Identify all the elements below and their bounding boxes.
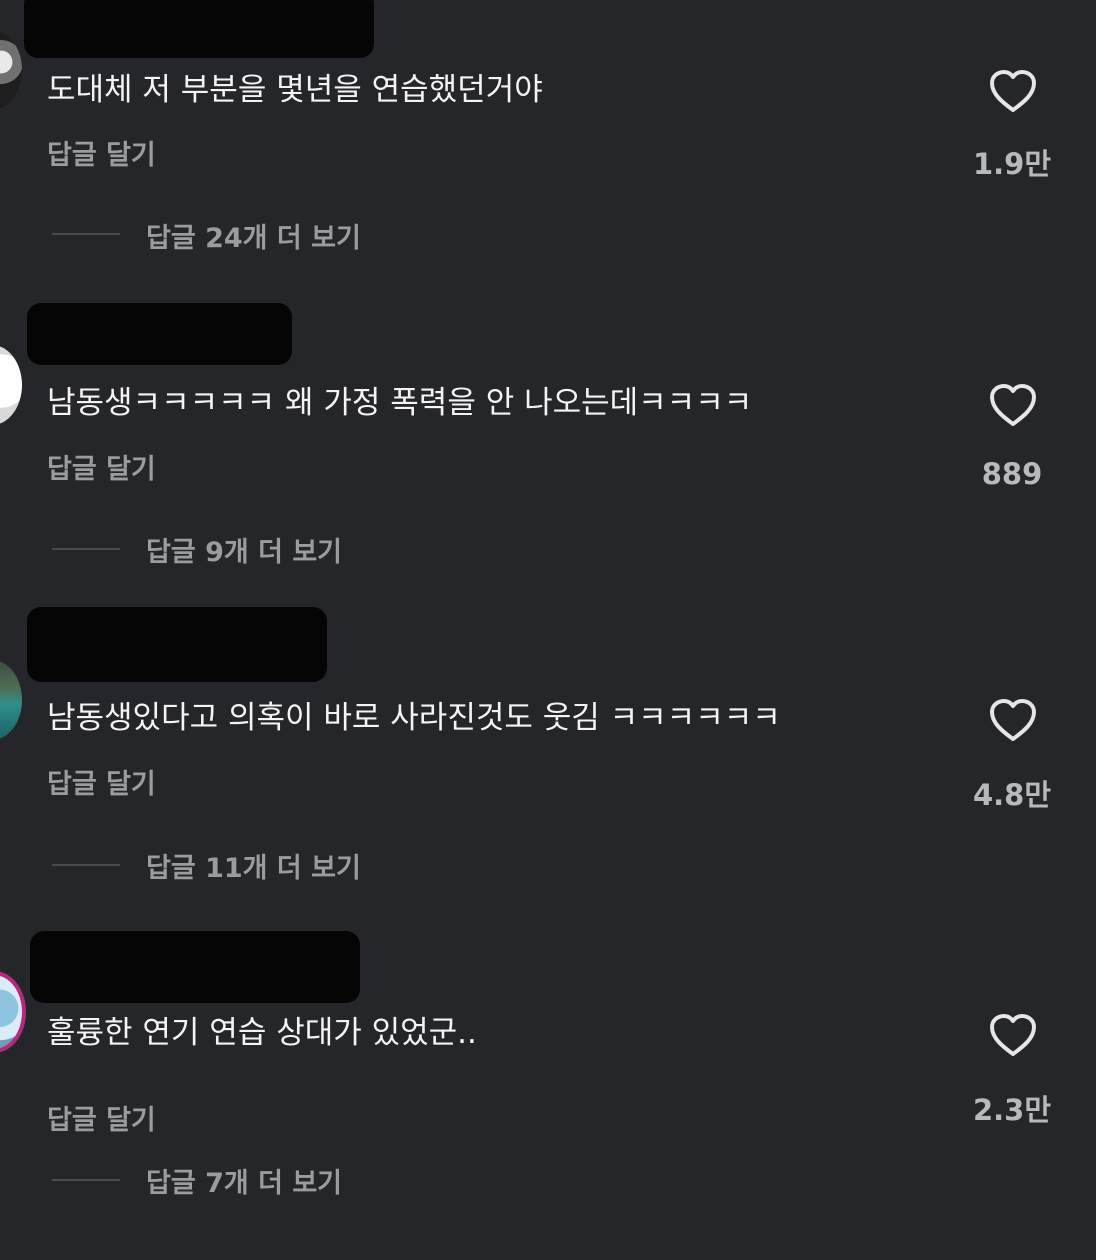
comment-text: 남동생ㅋㅋㅋㅋㅋ 왜 가정 폭력을 안 나오는데ㅋㅋㅋㅋ [47,385,753,421]
reply-button[interactable]: 답글 달기 [47,1098,156,1137]
comment-item: 훌륭한 연기 연습 상대가 있었군.. 답글 달기 답글 7개 더 보기 2.3… [0,931,1096,1260]
view-more-replies-button[interactable]: 답글 7개 더 보기 [146,1161,342,1200]
like-count: 889 [981,457,1043,491]
comment-item: 남동생있다고 의혹이 바로 사라진것도 웃김 ㅋㅋㅋㅋㅋㅋ 답글 달기 답글 1… [0,607,1096,945]
avatar[interactable] [0,971,26,1053]
avatar[interactable] [0,30,22,110]
redacted-username [24,0,374,58]
heart-icon[interactable] [988,1013,1038,1057]
like-count: 2.3만 [972,1093,1052,1127]
redacted-username [30,931,360,1003]
like-count: 1.9만 [972,147,1052,181]
replies-divider [52,1179,120,1181]
reply-button[interactable]: 답글 달기 [47,133,156,172]
heart-icon[interactable] [988,698,1038,742]
comment-text: 훌륭한 연기 연습 상대가 있었군.. [47,1015,477,1051]
like-count: 4.8만 [972,778,1052,812]
reply-button[interactable]: 답글 달기 [47,447,156,486]
comment-item: 남동생ㅋㅋㅋㅋㅋ 왜 가정 폭력을 안 나오는데ㅋㅋㅋㅋ 답글 달기 답글 9개… [0,303,1096,630]
view-more-replies-button[interactable]: 답글 24개 더 보기 [146,216,361,255]
heart-icon[interactable] [988,69,1038,113]
replies-divider [52,233,120,235]
comment-item: 도대체 저 부분을 몇년을 연습했던거야 답글 달기 답글 24개 더 보기 1… [0,0,1096,315]
heart-icon[interactable] [988,383,1038,427]
reply-button[interactable]: 답글 달기 [47,762,156,801]
redacted-username [27,607,327,682]
replies-divider [52,864,120,866]
replies-divider [52,548,120,550]
avatar[interactable] [0,660,22,740]
view-more-replies-button[interactable]: 답글 9개 더 보기 [146,530,342,569]
comment-text: 남동생있다고 의혹이 바로 사라진것도 웃김 ㅋㅋㅋㅋㅋㅋ [47,700,781,736]
redacted-username [27,303,292,365]
comment-text: 도대체 저 부분을 몇년을 연습했던거야 [47,72,543,108]
view-more-replies-button[interactable]: 답글 11개 더 보기 [146,846,361,885]
avatar[interactable] [0,345,22,425]
